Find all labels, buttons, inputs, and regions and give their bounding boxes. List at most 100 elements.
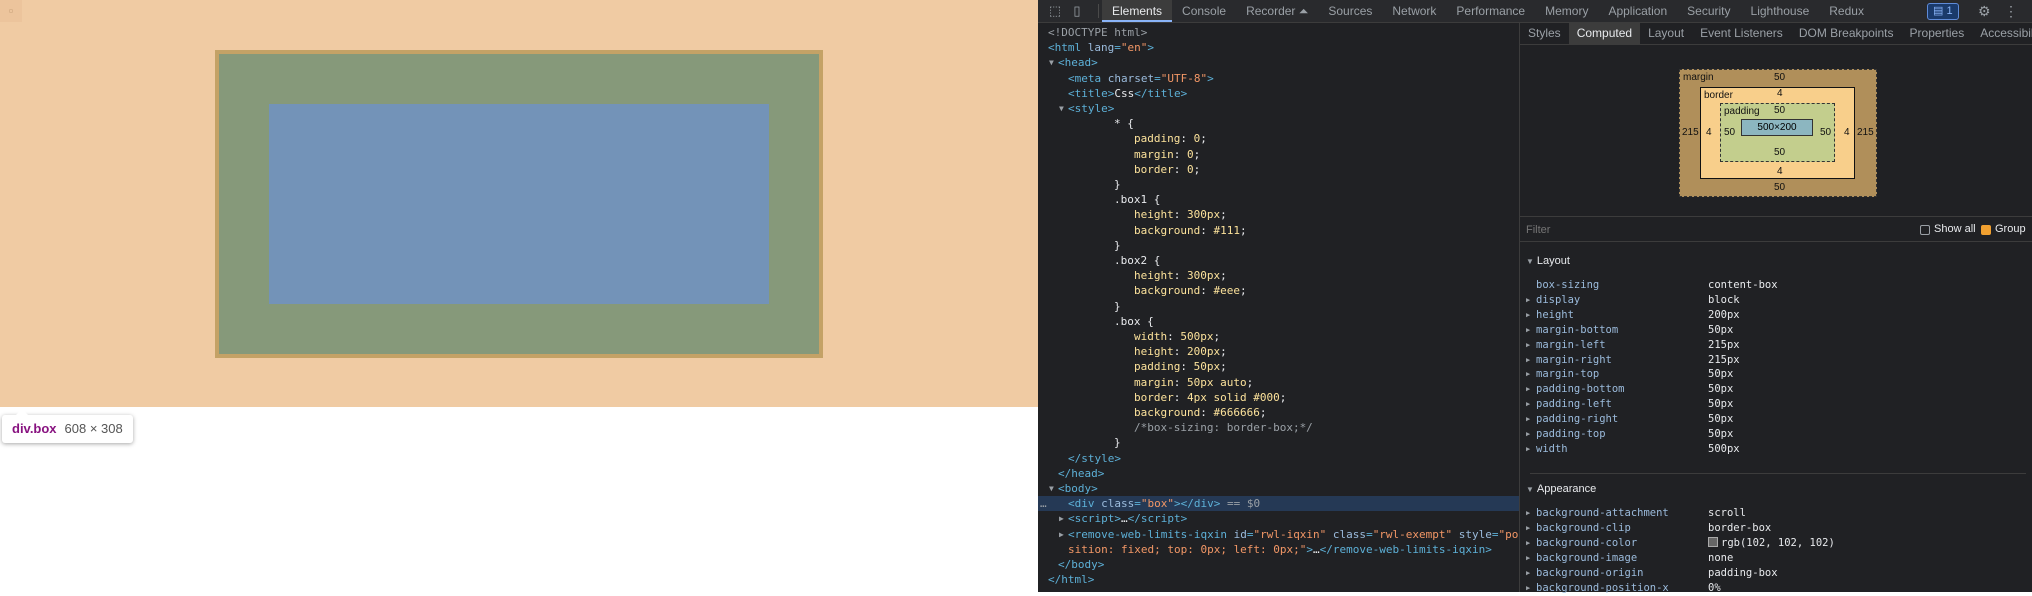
expand-open-triangle-icon[interactable]: ▼	[1059, 101, 1064, 116]
expand-triangle-icon[interactable]: ▶	[1526, 551, 1530, 566]
tab-security[interactable]: Security	[1677, 0, 1740, 22]
expand-triangle-icon[interactable]: ▶	[1526, 338, 1530, 353]
tree-selected-div[interactable]: … <div class="box"></div> == $0	[1038, 496, 1519, 512]
css-declaration-line[interactable]: height: 300px;	[1038, 207, 1519, 222]
tab-lighthouse[interactable]: Lighthouse	[1741, 0, 1820, 22]
tree-title[interactable]: <title>Css</title>	[1038, 86, 1519, 101]
css-rule-line[interactable]: .box2 {	[1038, 253, 1519, 268]
box-model-padding-top[interactable]: 50	[1774, 105, 1785, 116]
expand-triangle-icon[interactable]: ▶	[1526, 442, 1530, 457]
tree-body-close[interactable]: </body>	[1038, 557, 1519, 572]
computed-prop-row[interactable]: ▶ background-color rgb(102, 102, 102)	[1526, 536, 2026, 551]
tree-remove-web-limits-cont[interactable]: sition: fixed; top: 0px; left: 0px;">…</…	[1038, 542, 1519, 557]
css-declaration-line[interactable]: height: 200px;	[1038, 344, 1519, 359]
css-declaration-line[interactable]: background: #111;	[1038, 223, 1519, 238]
box-model-padding-bottom[interactable]: 50	[1774, 147, 1785, 158]
computed-prop-row[interactable]: ▶ display block	[1526, 293, 2026, 308]
css-declaration-line[interactable]: border: 4px solid #000;	[1038, 390, 1519, 405]
expand-triangle-icon[interactable]: ▶	[1526, 353, 1530, 368]
tab-performance[interactable]: Performance	[1446, 0, 1535, 22]
page-viewport[interactable]: ▫ div.box 608 × 308	[0, 0, 1038, 592]
expand-triangle-icon[interactable]: ▶	[1526, 367, 1530, 382]
expand-triangle-icon[interactable]: ▶	[1526, 506, 1530, 521]
expand-triangle-icon[interactable]: ▶	[1526, 308, 1530, 323]
box-model-margin-bottom[interactable]: 50	[1774, 182, 1785, 193]
computed-prop-row[interactable]: ▶ margin-left 215px	[1526, 338, 2026, 353]
tree-style[interactable]: ▼ <style>	[1038, 101, 1519, 116]
tree-body[interactable]: ▼ <body>	[1038, 481, 1519, 496]
sidebar-tab-layout[interactable]: Layout	[1640, 23, 1692, 44]
computed-prop-row[interactable]: ▶ background-origin padding-box	[1526, 566, 2026, 581]
computed-prop-row[interactable]: ▶ margin-bottom 50px	[1526, 323, 2026, 338]
group-checkbox[interactable]	[1981, 225, 1991, 235]
expand-open-triangle-icon[interactable]: ▼	[1049, 55, 1054, 70]
computed-prop-row[interactable]: ▶ margin-right 215px	[1526, 353, 2026, 368]
box-model-content[interactable]: 500×200	[1741, 119, 1813, 136]
expand-triangle-icon[interactable]: ▶	[1526, 566, 1530, 581]
box-model-margin-left[interactable]: 215	[1682, 127, 1699, 138]
box-model-margin-right[interactable]: 215	[1857, 127, 1874, 138]
tree-head-close[interactable]: </head>	[1038, 466, 1519, 481]
sidebar-tab-styles[interactable]: Styles	[1520, 23, 1569, 44]
css-rule-line[interactable]: .box1 {	[1038, 192, 1519, 207]
device-toolbar-icon[interactable]: ▯	[1068, 2, 1086, 20]
css-declaration-line[interactable]: margin: 50px auto;	[1038, 375, 1519, 390]
expand-closed-triangle-icon[interactable]: ▶	[1059, 511, 1064, 526]
expand-triangle-icon[interactable]: ▶	[1526, 536, 1530, 551]
tab-memory[interactable]: Memory	[1535, 0, 1598, 22]
computed-prop-row[interactable]: ▶ padding-bottom 50px	[1526, 382, 2026, 397]
css-declaration-line[interactable]: padding: 0;	[1038, 131, 1519, 146]
tree-head[interactable]: ▼ <head>	[1038, 55, 1519, 70]
expand-triangle-icon[interactable]: ▶	[1526, 412, 1530, 427]
computed-filter-input[interactable]	[1526, 222, 1816, 238]
tab-console[interactable]: Console	[1172, 0, 1236, 22]
box-model-padding-left[interactable]: 50	[1724, 127, 1735, 138]
elements-tree[interactable]: <!DOCTYPE html> <html lang="en"> ▼ <head> <m…	[1038, 23, 1520, 592]
tree-html-close[interactable]: </html>	[1038, 572, 1519, 587]
issues-badge[interactable]: ▤ 1	[1927, 3, 1959, 20]
layout-section-header[interactable]: ▼ Layout	[1526, 255, 1570, 267]
tab-recorder[interactable]: Recorder ⏶	[1236, 0, 1318, 22]
computed-prop-row[interactable]: box-sizing content-box	[1526, 278, 2026, 293]
computed-prop-row[interactable]: ▶ background-attachment scroll	[1526, 506, 2026, 521]
tree-remove-web-limits[interactable]: ▶ <remove-web-limits-iqxin id = "rwl-iqxin"…	[1038, 527, 1519, 542]
computed-prop-row[interactable]: ▶ background-clip border-box	[1526, 521, 2026, 536]
show-all-checkbox[interactable]	[1920, 225, 1930, 235]
settings-gear-icon[interactable]: ⚙	[1978, 2, 1991, 20]
computed-prop-row[interactable]: ▶ height 200px	[1526, 308, 2026, 323]
tree-html[interactable]: <html lang="en">	[1038, 40, 1519, 55]
tree-meta[interactable]: <meta charset="UTF-8">	[1038, 71, 1519, 86]
expand-closed-triangle-icon[interactable]: ▶	[1059, 527, 1064, 542]
appearance-section-header[interactable]: ▼ Appearance	[1526, 483, 1596, 495]
css-declaration-line[interactable]: height: 300px;	[1038, 268, 1519, 283]
css-declaration-line[interactable]: background: #666666;	[1038, 405, 1519, 420]
tab-application[interactable]: Application	[1598, 0, 1677, 22]
expand-triangle-icon[interactable]: ▶	[1526, 427, 1530, 442]
tab-elements[interactable]: Elements	[1102, 0, 1173, 22]
more-options-icon[interactable]: ⋮	[2004, 2, 2018, 20]
expand-open-triangle-icon[interactable]: ▼	[1049, 481, 1054, 496]
tree-script[interactable]: ▶ <script>…</script>	[1038, 511, 1519, 526]
computed-prop-row[interactable]: ▶ margin-top 50px	[1526, 367, 2026, 382]
tree-style-close[interactable]: </style>	[1038, 451, 1519, 466]
tree-doctype[interactable]: <!DOCTYPE html>	[1038, 25, 1519, 40]
sidebar-tab-properties[interactable]: Properties	[1902, 23, 1973, 44]
css-declaration-line[interactable]: background: #eee;	[1038, 283, 1519, 298]
color-swatch[interactable]	[1708, 536, 1718, 547]
css-rule-line[interactable]: .box {	[1038, 314, 1519, 329]
tab-redux[interactable]: Redux	[1819, 0, 1874, 22]
expand-triangle-icon[interactable]: ▶	[1526, 382, 1530, 397]
box-model-margin-top[interactable]: 50	[1774, 72, 1785, 83]
css-declaration-line[interactable]: width: 500px;	[1038, 329, 1519, 344]
box-model-padding-right[interactable]: 50	[1820, 127, 1831, 138]
expand-triangle-icon[interactable]: ▶	[1526, 293, 1530, 308]
sidebar-tab-dom-breakpoints[interactable]: DOM Breakpoints	[1791, 23, 1902, 44]
content-highlight[interactable]	[269, 104, 769, 304]
css-declaration-line[interactable]: border: 0;	[1038, 162, 1519, 177]
css-rule-line[interactable]: }	[1038, 177, 1519, 192]
css-rule-line[interactable]: }	[1038, 238, 1519, 253]
sidebar-tab-event-listeners[interactable]: Event Listeners	[1692, 23, 1791, 44]
box-model-border-right[interactable]: 4	[1844, 127, 1850, 138]
sidebar-tab-accessibility[interactable]: Accessibility	[1972, 23, 2032, 44]
css-declaration-line[interactable]: padding: 50px;	[1038, 359, 1519, 374]
